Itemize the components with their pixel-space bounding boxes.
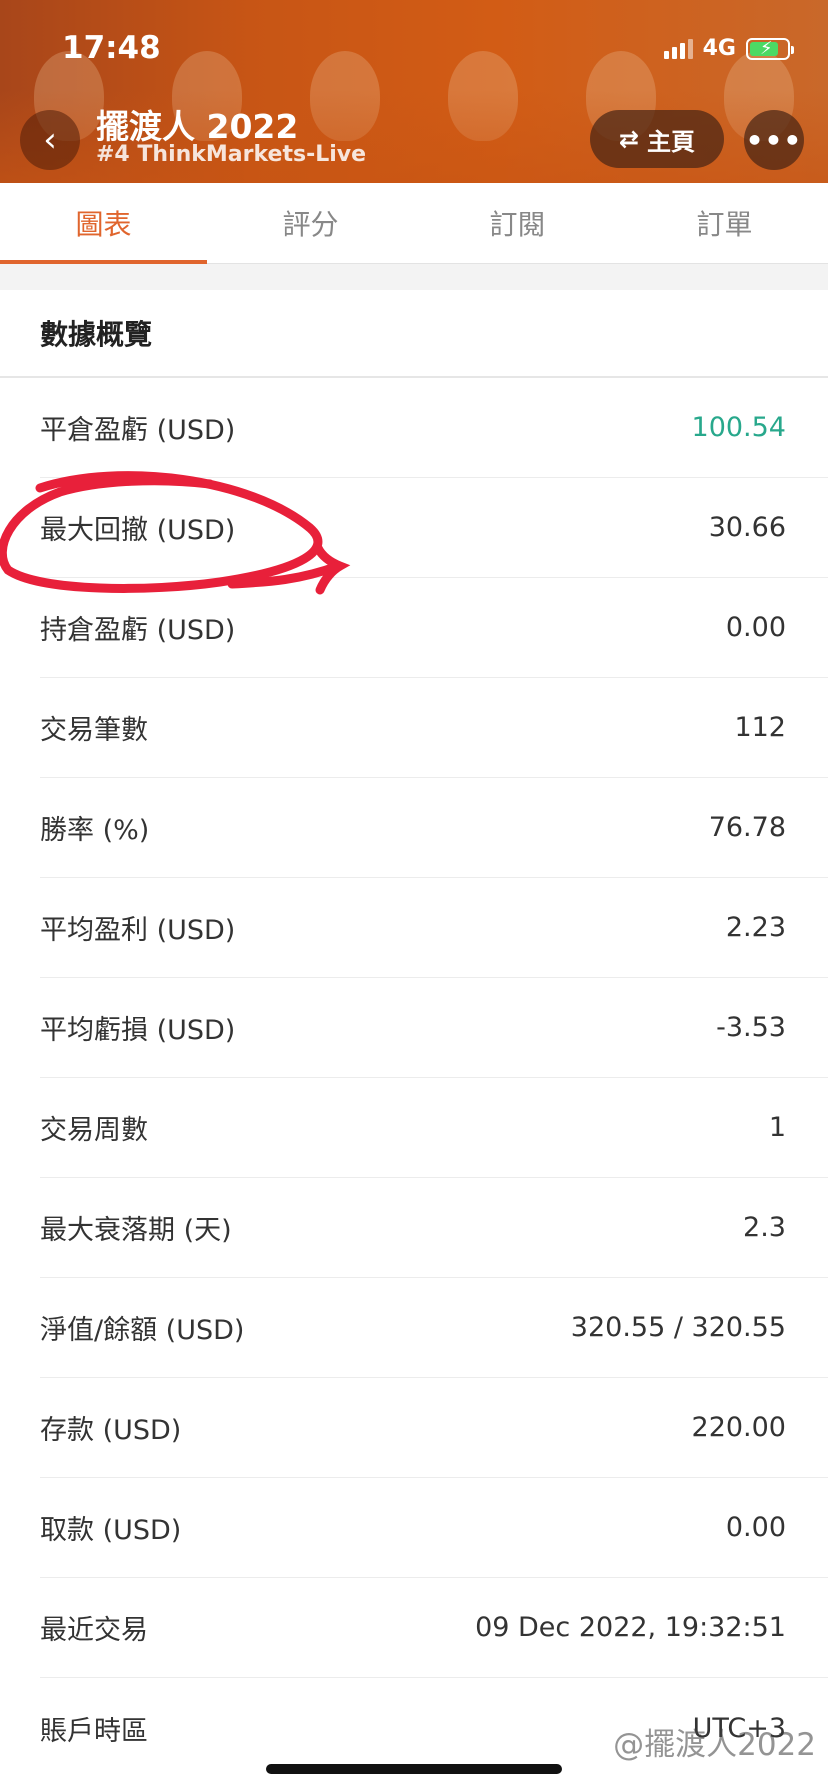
stat-value: 09 Dec 2022, 19:32:51 — [475, 1612, 786, 1643]
status-bar-right: 4G ⚡ — [663, 36, 794, 61]
battery-icon: ⚡ — [746, 37, 794, 60]
stat-row-avg-profit: 平均盈利 (USD) 2.23 — [40, 878, 828, 978]
stat-value: 112 — [734, 712, 786, 743]
back-button[interactable]: ‹ — [20, 110, 80, 170]
tab-subscribe[interactable]: 訂閱 — [414, 183, 621, 263]
annotation-scribble — [0, 471, 351, 595]
stat-value: 2.3 — [743, 1212, 786, 1243]
stat-value: 2.23 — [725, 912, 786, 943]
stat-value: 220.00 — [691, 1412, 786, 1443]
stat-row-withdrawal: 取款 (USD) 0.00 — [40, 1478, 828, 1578]
stat-value: 0.00 — [725, 612, 786, 643]
signal-icon — [663, 38, 693, 59]
page-title: 擺渡人 2022 — [96, 107, 299, 146]
more-icon: ••• — [745, 123, 803, 157]
stat-label: 淨值/餘額 (USD) — [40, 1315, 245, 1346]
status-time: 17:48 — [62, 30, 161, 66]
stat-label: 平均虧損 (USD) — [40, 1015, 236, 1046]
stat-row-closed-pnl: 平倉盈虧 (USD) 100.54 — [40, 378, 828, 478]
home-button[interactable]: ⇄ 主頁 — [590, 110, 724, 168]
stat-label: 賬戶時區 — [40, 1715, 148, 1747]
stat-row-trading-weeks: 交易周數 1 — [40, 1078, 828, 1178]
stat-value: 76.78 — [708, 812, 786, 843]
stat-label: 最近交易 — [40, 1615, 148, 1646]
section-gap — [0, 264, 828, 290]
stat-row-equity-balance: 淨值/餘額 (USD) 320.55 / 320.55 — [40, 1278, 828, 1378]
stat-label: 取款 (USD) — [40, 1515, 182, 1546]
stat-row-max-decline-period: 最大衰落期 (天) 2.3 — [40, 1178, 828, 1278]
tab-orders[interactable]: 訂單 — [621, 183, 828, 263]
stat-label: 最大衰落期 (天) — [40, 1215, 232, 1246]
stat-label: 平均盈利 (USD) — [40, 915, 236, 946]
stat-value: 30.66 — [708, 512, 786, 543]
stat-label: 交易筆數 — [40, 715, 148, 746]
home-button-label: 主頁 — [647, 127, 696, 156]
tab-rating[interactable]: 評分 — [207, 183, 414, 263]
stat-row-win-rate: 勝率 (%) 76.78 — [40, 778, 828, 878]
stat-row-avg-loss: 平均虧損 (USD) -3.53 — [40, 978, 828, 1078]
stat-row-deposit: 存款 (USD) 220.00 — [40, 1378, 828, 1478]
tab-bar: 圖表 評分 訂閱 訂單 — [0, 183, 828, 264]
swap-icon: ⇄ — [618, 125, 640, 153]
stat-label: 平倉盈虧 (USD) — [40, 415, 236, 446]
watermark: @擺渡人2022 — [613, 1727, 816, 1763]
section-title: 數據概覽 — [0, 290, 828, 378]
stat-row-trade-count: 交易筆數 112 — [40, 678, 828, 778]
more-button[interactable]: ••• — [744, 110, 804, 170]
back-icon: ‹ — [43, 120, 57, 160]
stat-value: -3.53 — [716, 1012, 786, 1043]
stat-value: 320.55 / 320.55 — [570, 1312, 786, 1343]
tab-chart[interactable]: 圖表 — [0, 183, 207, 264]
stat-label: 勝率 (%) — [40, 815, 150, 846]
stat-value: 1 — [768, 1112, 786, 1143]
stat-label: 交易周數 — [40, 1115, 148, 1146]
home-indicator[interactable] — [266, 1764, 562, 1774]
page-subtitle: #4 ThinkMarkets-Live — [96, 142, 367, 167]
stat-label: 存款 (USD) — [40, 1415, 182, 1446]
header: 17:48 4G ⚡ ‹ 擺渡人 2022 #4 ThinkMarkets-Li… — [0, 0, 828, 183]
stat-row-last-trade: 最近交易 09 Dec 2022, 19:32:51 — [40, 1578, 828, 1678]
network-label: 4G — [702, 36, 736, 61]
stat-value: 100.54 — [691, 412, 786, 443]
stat-value: 0.00 — [725, 1512, 786, 1543]
